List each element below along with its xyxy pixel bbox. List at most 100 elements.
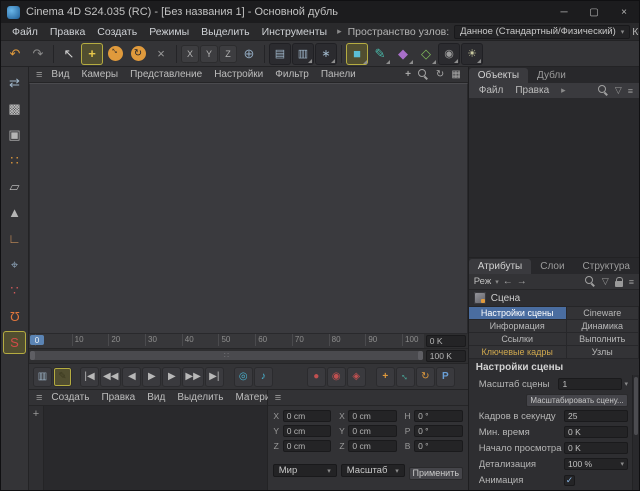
vp-menu-cameras[interactable]: Камеры [76,69,125,80]
menu-overflow-icon[interactable]: ▸ [333,26,346,37]
texture-mode-icon[interactable]: ▩ [3,97,26,120]
rotation-h-field[interactable]: 0 ° [414,410,463,422]
toggle-views-icon[interactable]: ▦ [451,69,460,80]
unit-dropdown-icon[interactable]: ▾ [624,380,628,388]
record-rotation-toggle[interactable]: ↻ [415,366,435,387]
next-frame-button[interactable]: ▶ [162,366,182,387]
live-selection-icon[interactable]: ↖ [58,43,80,65]
zoom-view-icon[interactable] [417,69,429,80]
filter-icon[interactable]: ▽ [602,276,609,287]
om-tab-takes[interactable]: Дубли [528,68,575,83]
preview-start-row-input[interactable]: 0 K [564,442,628,454]
lod-row-select[interactable]: 100 % ▾ [564,458,628,470]
end-frame-field[interactable]: 100 K [425,350,466,362]
make-preview-button[interactable]: ▥ [33,366,52,387]
menu-overflow-icon[interactable]: ▸ [557,85,570,96]
light-button[interactable]: ☀ [461,42,483,65]
search-icon[interactable] [584,276,596,287]
rotation-b-field[interactable]: 0 ° [414,440,463,452]
tab-dynamics[interactable]: Динамика [566,320,639,333]
snap-points-icon[interactable]: ∵ [3,279,26,302]
tab-execute[interactable]: Выполнить [566,333,639,346]
menu-modes[interactable]: Режимы [143,25,195,39]
close-button[interactable]: × [609,1,639,23]
model-mode-icon[interactable]: ▣ [3,123,26,146]
panel-menu-icon[interactable]: ≡ [629,277,634,287]
next-key-button[interactable]: ▶▶ [182,366,204,387]
position-x-field[interactable]: 0 cm [282,410,332,422]
panel-menu-icon[interactable]: ≡ [628,86,633,96]
playhead[interactable]: 0 [30,335,44,345]
play-button[interactable]: ▶ [142,366,162,387]
scale-project-row-button[interactable]: Масштабировать сцену... [526,393,628,407]
tab-keys[interactable]: Ключевые кадры [468,346,567,359]
scale-z-field[interactable]: 0 cm [348,440,398,452]
tab-cineware[interactable]: Cineware [566,307,639,320]
lock-x-button[interactable]: X [181,44,199,63]
menu-create[interactable]: Создать [91,25,143,39]
viewport-canvas[interactable] [29,83,468,334]
keyframe-selection-button[interactable]: ◈ [346,366,366,387]
go-to-start-button[interactable]: |◀ [80,366,99,387]
snap-settings-button[interactable]: S [3,331,26,354]
panel-menu-icon[interactable]: ≡ [33,69,45,81]
magnet-snap-icon[interactable]: Ω [3,305,26,328]
maximize-button[interactable]: ▢ [579,1,609,23]
prev-frame-button[interactable]: ◀ [122,366,142,387]
menu-file[interactable]: Файл [6,25,44,39]
spline-pen-button[interactable]: ✎ [369,43,391,65]
autokey-pen-button[interactable]: ✎ [53,366,72,387]
current-frame-field[interactable]: 0 K [425,335,466,347]
tab-references[interactable]: Ссылки [468,333,567,346]
vp-menu-options[interactable]: Настройки [208,69,269,80]
om-menu-edit[interactable]: Правка [509,85,555,96]
vp-menu-filter[interactable]: Фильтр [269,69,315,80]
timeline-ruler[interactable]: 0 0102030405060708090100 [29,334,424,348]
coord-system-select[interactable]: Мир ▾ [272,464,337,477]
solo-toggle[interactable]: ◎ [233,366,253,387]
render-settings-button[interactable]: ∗ [315,42,337,65]
fps-row-input[interactable]: 25 [564,410,628,422]
am-tab-layers[interactable]: Слои [531,259,573,274]
menu-tools[interactable]: Инструменты [256,25,333,39]
menu-select[interactable]: Выделить [195,25,255,39]
axis-mode-icon[interactable]: ⌖ [3,253,26,276]
coord-system-icon[interactable]: ⊕ [238,43,260,65]
edges-mode-icon[interactable]: ▱ [3,175,26,198]
panel-menu-icon[interactable]: ≡ [33,392,45,404]
preview-range-slider[interactable]: ∷ [30,351,423,360]
scrollbar[interactable] [632,375,639,490]
make-editable-icon[interactable]: ⇄ [3,71,26,94]
min-time-row-input[interactable]: 0 K [564,426,628,438]
scale-x-field[interactable]: 0 cm [348,410,398,422]
rotate-tool-icon[interactable]: ↻ [127,43,149,65]
mode-menu[interactable]: Реж [474,276,491,287]
filter-icon[interactable]: ▽ [615,85,622,96]
pan-view-icon[interactable]: + [405,69,411,80]
scrollbar-thumb[interactable] [634,377,638,435]
lock-z-button[interactable]: Z [219,44,237,63]
panel-menu-icon[interactable]: ≡ [272,392,284,404]
menu-edit[interactable]: Правка [44,25,91,39]
render-picture-viewer-button[interactable]: ▥ [292,42,314,65]
tab-info[interactable]: Информация [468,320,567,333]
lock-y-button[interactable]: Y [200,44,218,63]
rotation-p-field[interactable]: 0 ° [414,425,463,437]
redo-icon[interactable]: ↷ [27,43,49,65]
mat-menu-view[interactable]: Вид [141,392,171,403]
polygons-mode-icon[interactable]: ▲ [3,201,26,224]
selected-object-row[interactable]: Сцена [468,290,639,307]
add-material-icon[interactable]: + [33,408,39,420]
om-menu-file[interactable]: Файл [473,85,510,96]
volume-button[interactable]: ◆ [392,43,414,65]
material-list-area[interactable] [44,406,267,490]
history-back-icon[interactable]: ← [503,276,513,287]
am-tab-structure[interactable]: Структура [574,259,639,274]
mat-menu-create[interactable]: Создать [45,392,95,403]
am-tab-attributes[interactable]: Атрибуты [468,259,532,274]
workplane-icon[interactable]: ∟ [3,227,26,250]
record-objects-button[interactable]: ● [306,366,326,387]
move-tool-icon[interactable]: + [81,42,103,65]
position-y-field[interactable]: 0 cm [282,425,332,437]
prev-key-button[interactable]: ◀◀ [100,366,122,387]
